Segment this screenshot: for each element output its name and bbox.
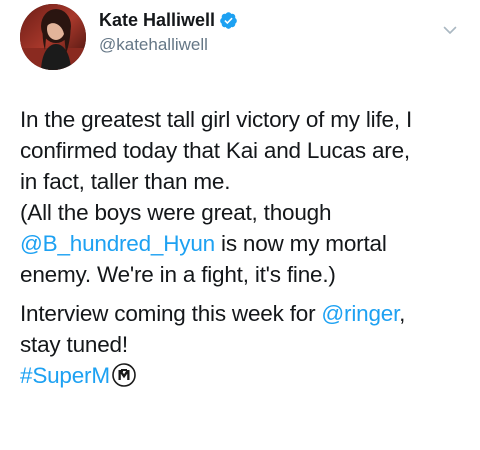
- tweet-line: #SuperM: [20, 360, 470, 391]
- mention-link-ringer[interactable]: @ringer: [321, 301, 399, 326]
- tweet-text-fragment: Interview coming this week for: [20, 301, 322, 326]
- tweet-line: in fact, taller than me.: [20, 169, 231, 194]
- author-handle[interactable]: @katehalliwell: [99, 34, 238, 56]
- author-names: Kate Halliwell @katehalliwell: [99, 8, 238, 56]
- tweet-line: In the greatest tall girl victory of my …: [20, 107, 412, 132]
- tweet-line: enemy. We're in a fight, it's fine.): [20, 262, 336, 287]
- avatar-image: [20, 4, 86, 70]
- tweet-paragraph-2: Interview coming this week for @ringer, …: [20, 298, 470, 391]
- tweet-text-fragment: is now my mortal: [214, 231, 387, 256]
- tweet-line: Interview coming this week for @ringer,: [20, 298, 470, 329]
- hashtag-link-superm[interactable]: #SuperM: [20, 363, 110, 388]
- author-display-name[interactable]: Kate Halliwell: [99, 8, 215, 32]
- chevron-down-icon[interactable]: [442, 22, 458, 38]
- tweet-line: (All the boys were great, though: [20, 200, 332, 225]
- avatar[interactable]: [20, 4, 86, 70]
- mention-link-b-hundred-hyun[interactable]: @B_hundred_Hyun: [20, 231, 215, 256]
- superm-hashflag-icon: [112, 363, 136, 387]
- name-row: Kate Halliwell: [99, 8, 238, 32]
- tweet-header: Kate Halliwell @katehalliwell: [20, 4, 238, 70]
- tweet-text-fragment: ,: [399, 301, 406, 326]
- tweet-line: stay tuned!: [20, 332, 128, 357]
- verified-badge-icon: [219, 11, 238, 30]
- tweet-paragraph-1: In the greatest tall girl victory of my …: [20, 104, 470, 290]
- tweet-line: confirmed today that Kai and Lucas are,: [20, 138, 410, 163]
- tweet-text: In the greatest tall girl victory of my …: [20, 104, 470, 391]
- tweet-card: Kate Halliwell @katehalliwell In the gre…: [0, 0, 480, 450]
- tweet-line: @B_hundred_Hyun is now my mortal: [20, 228, 470, 259]
